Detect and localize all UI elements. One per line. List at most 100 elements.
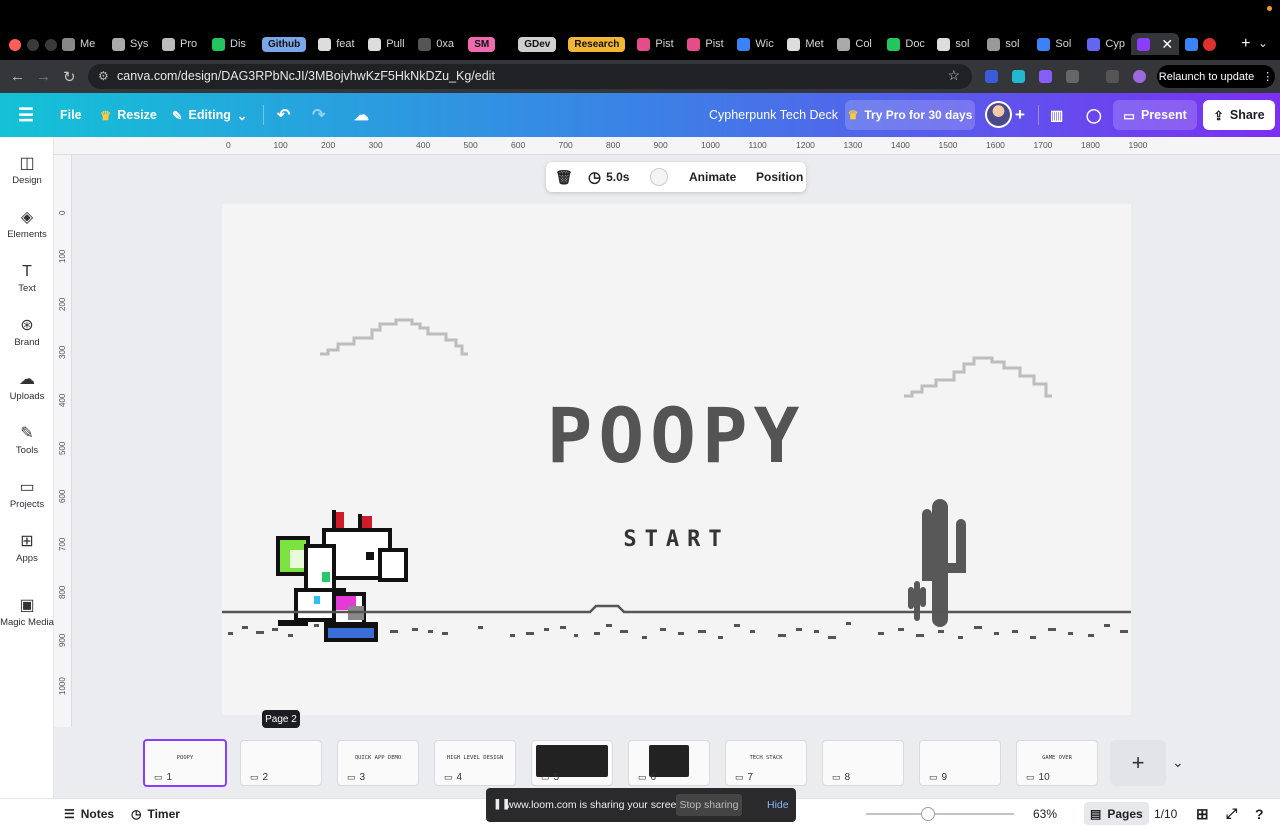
page-thumbnail[interactable]: HIGH LEVEL DESIGN ▭ 4 [434,740,516,786]
relaunch-to-update-button[interactable]: Relaunch to update ⋮ [1157,65,1275,88]
slide-canvas[interactable]: POOPY START [222,204,1131,715]
browser-tab[interactable]: Sys [106,33,156,55]
tab-search-chevron-icon[interactable]: ⌄ [1258,36,1268,50]
new-tab-icon[interactable]: + [1241,35,1250,53]
sidebar-item-brand[interactable]: ⊛ Brand [0,315,54,348]
close-window-button[interactable] [9,39,21,51]
add-page-button[interactable]: + [1110,740,1166,786]
document-title[interactable]: Cypherpunk Tech Deck [709,93,838,137]
page-thumbnail[interactable]: ▭ 8 [822,740,904,786]
page-thumbnail[interactable]: ▭ 2 [240,740,322,786]
browser-tab[interactable]: Pist [681,33,731,55]
add-collaborator-icon[interactable]: + [1015,93,1025,137]
browser-tab[interactable]: Pull [362,33,412,55]
page-thumbnail[interactable]: ▭ 5 [531,740,613,786]
resize-button[interactable]: ♛ Resize [100,93,157,137]
minimize-window-button[interactable] [27,39,39,51]
browser-tab[interactable]: Wic [731,33,781,55]
browser-tab[interactable]: Sol [1031,33,1081,55]
undo-icon[interactable]: ↶ [277,93,290,137]
present-button[interactable]: ▭ Present [1113,100,1197,130]
browser-tab[interactable]: sol [981,33,1031,55]
sidebar-item-magic-media[interactable]: ▣ Magic Media [0,595,54,628]
duration-button[interactable]: ◷ 5.0s [588,162,629,192]
browser-tab[interactable]: Col [831,33,881,55]
extension-icon[interactable] [1039,70,1052,83]
browser-tab[interactable]: 0xa [412,33,462,55]
sidebar-item-apps[interactable]: ⊞ Apps [0,531,54,564]
browser-tab[interactable]: Doc [881,33,931,55]
page-thumbnail[interactable]: TECH STACK ▭ 7 [725,740,807,786]
redo-icon[interactable]: ↷ [312,93,325,137]
editing-mode-dropdown[interactable]: ✎ Editing ⌄ [172,93,247,137]
trash-icon[interactable]: 🗑 [555,162,573,192]
browser-tab[interactable]: sol [931,33,981,55]
page-thumbnail[interactable]: POOPY ▭ 1 [143,739,227,787]
try-pro-button[interactable]: ♛ Try Pro for 30 days [845,100,975,130]
zoom-slider-track[interactable] [866,813,1014,815]
profile-avatar-icon[interactable] [1133,70,1146,83]
reload-icon[interactable]: ↻ [63,68,76,86]
close-tab-icon[interactable]: ✕ [1161,36,1173,53]
share-button[interactable]: ⇪ Share [1203,100,1275,130]
user-avatar[interactable] [985,101,1012,128]
browser-tab[interactable] [1179,33,1227,55]
hide-banner-link[interactable]: Hide [767,799,789,811]
browser-tab[interactable]: Me [56,33,106,55]
browser-tab[interactable]: Research [562,33,631,55]
pages-view-button[interactable]: ▤ Pages [1084,802,1149,825]
pixel-cloud-right[interactable] [904,352,1054,398]
comment-icon[interactable]: ◯ [1086,93,1102,137]
page-thumbnail[interactable]: ▭ 6 [628,740,710,786]
browser-tab[interactable]: Cyp [1081,33,1131,55]
chevron-down-icon[interactable]: ⌄ [1172,754,1184,771]
help-icon[interactable]: ? [1255,799,1264,827]
more-vertical-icon[interactable]: ⋮ [1262,70,1273,83]
media-controls-icon[interactable] [1106,70,1119,83]
grid-view-icon[interactable]: ⊞ [1196,799,1209,827]
timer-button[interactable]: ◷ Timer [131,799,180,827]
sidebar-item-text[interactable]: T Text [0,261,54,294]
browser-tab[interactable]: Met [781,33,831,55]
stop-sharing-button[interactable]: Stop sharing [676,794,742,816]
browser-tab[interactable]: SM [462,33,512,55]
browser-tab[interactable]: Dis [206,33,256,55]
bookmark-star-icon[interactable]: ☆ [947,67,960,84]
site-settings-icon[interactable]: ⚙ [98,69,109,83]
sidebar-item-uploads[interactable]: ☁ Uploads [0,369,54,402]
extension-icon[interactable] [1012,70,1025,83]
extension-icon[interactable] [985,70,998,83]
page-thumbnail[interactable]: QUICK APP DEMO ▭ 3 [337,740,419,786]
color-swatch-button[interactable] [650,162,668,192]
notes-button[interactable]: ☰ Notes [64,799,114,827]
page-thumbnail[interactable]: GAME OVER ▭ 10 [1016,740,1098,786]
back-arrow-icon[interactable]: ← [10,68,25,85]
position-button[interactable]: Position [756,162,803,192]
fullscreen-icon[interactable]: ⤢ [1226,799,1237,827]
page-thumbnail[interactable]: ▭ 9 [919,740,1001,786]
browser-tab[interactable]: Pist [631,33,681,55]
sidebar-item-tools[interactable]: ✎ Tools [0,423,54,456]
active-browser-tab[interactable]: ✕ [1131,33,1180,55]
browser-tab[interactable]: Pro [156,33,206,55]
browser-tab[interactable]: Github [256,33,312,55]
cloud-saved-icon[interactable]: ☁ [354,93,369,137]
address-bar[interactable]: ⚙ canva.com/design/DAG3RPbNcJI/3MBojvhwK… [88,64,972,89]
browser-tab[interactable]: GDev [512,33,562,55]
sidebar-item-projects[interactable]: ▭ Projects [0,477,54,510]
sidebar-item-elements[interactable]: ◈ Elements [0,207,54,240]
ground-line[interactable] [222,600,1131,650]
page-counter[interactable]: 1/10 [1154,799,1177,827]
analytics-chart-icon[interactable]: ▥ [1050,93,1063,137]
puzzle-extensions-icon[interactable] [1066,70,1079,83]
zoom-slider-handle[interactable] [921,807,936,821]
browser-tab[interactable]: feat [312,33,362,55]
pixel-cloud-left[interactable] [320,312,470,356]
forward-arrow-icon[interactable]: → [36,68,51,85]
slide-title[interactable]: POOPY [222,402,1131,472]
menu-hamburger-icon[interactable]: ☰ [18,93,34,137]
file-menu-button[interactable]: File [60,93,82,137]
zoom-level[interactable]: 63% [1033,799,1057,827]
animate-button[interactable]: Animate [689,162,736,192]
sidebar-item-design[interactable]: ◫ Design [0,153,54,186]
